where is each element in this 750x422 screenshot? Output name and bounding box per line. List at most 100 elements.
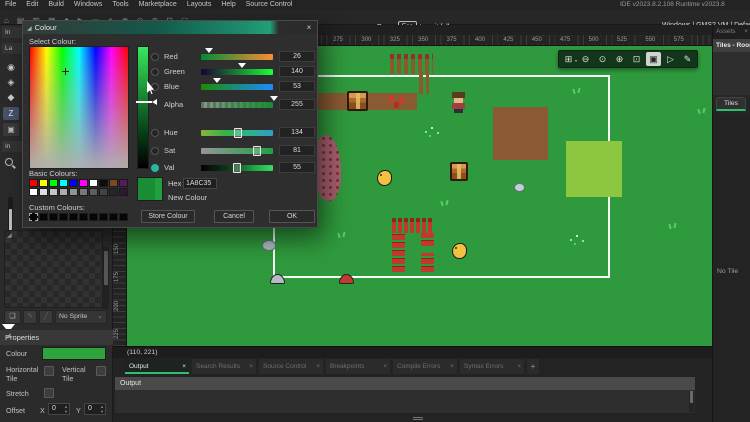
room-object-brown-square[interactable] (493, 107, 548, 160)
basic-colour-swatch[interactable] (69, 179, 78, 187)
custom-colour-swatch[interactable] (59, 213, 68, 221)
close-icon[interactable]: × (304, 21, 314, 34)
basic-colour-swatch[interactable] (59, 179, 68, 187)
output-tab-search-results[interactable]: Search Results × (192, 359, 256, 374)
run-button[interactable]: ▷ (663, 52, 678, 66)
offset-x-stepper[interactable]: 0▲▼ (48, 403, 70, 415)
custom-colour-swatch[interactable] (109, 213, 118, 221)
sat-slider[interactable] (201, 148, 273, 154)
green-value[interactable]: 140 (279, 66, 315, 77)
hue-slider[interactable] (201, 130, 273, 136)
depth-button[interactable]: Z (3, 107, 19, 120)
tab-inspector[interactable]: In (2, 27, 22, 38)
close-icon[interactable]: × (383, 359, 387, 374)
layer-icon[interactable]: ◈ (4, 76, 18, 88)
output-tab-source-control[interactable]: Source Control × (259, 359, 323, 374)
sprite-preview[interactable]: ◢ (4, 230, 103, 308)
tab-layers[interactable]: La (2, 43, 22, 54)
blue-value[interactable]: 53 (279, 81, 315, 92)
basic-colour-swatch[interactable] (79, 188, 88, 196)
layer-icon[interactable]: ◆ (4, 91, 18, 103)
room-object-chest[interactable] (450, 162, 468, 181)
basic-colour-swatch[interactable] (49, 188, 58, 196)
blue-slider[interactable] (201, 84, 273, 90)
custom-colour-swatch[interactable] (69, 213, 78, 221)
menu-layouts[interactable]: Layouts (182, 0, 217, 10)
zoom-in-button[interactable]: ⊕ (612, 52, 627, 66)
store-colour-button[interactable]: Store Colour (141, 210, 195, 223)
room-object-pebble[interactable] (514, 183, 525, 192)
basic-colour-swatch[interactable] (39, 179, 48, 187)
menu-windows[interactable]: Windows (69, 0, 107, 10)
basic-colour-swatch[interactable] (29, 188, 38, 196)
vertical-tile-checkbox[interactable] (96, 366, 106, 376)
basic-colour-swatch[interactable] (99, 179, 108, 187)
basic-colour-swatch[interactable] (109, 188, 118, 196)
menu-file[interactable]: File (0, 0, 21, 10)
val-value[interactable]: 55 (279, 162, 315, 173)
custom-colour-swatch[interactable] (79, 213, 88, 221)
add-tab-button[interactable]: + (527, 359, 539, 374)
room-object-flowers[interactable] (387, 95, 407, 108)
image-button[interactable]: ▣ (3, 123, 19, 136)
red-radio[interactable] (151, 53, 159, 61)
room-object-character[interactable] (452, 92, 465, 113)
val-radio[interactable] (151, 164, 159, 172)
close-icon[interactable]: × (744, 25, 748, 39)
custom-colour-swatch[interactable] (89, 213, 98, 221)
output-scrollbar[interactable] (689, 391, 694, 412)
val-slider[interactable] (201, 165, 273, 171)
basic-colour-swatch[interactable] (99, 188, 108, 196)
room-object-chest[interactable] (347, 91, 368, 111)
tab-instances[interactable]: In (2, 141, 22, 152)
hue-value[interactable]: 134 (279, 127, 315, 138)
basic-colour-swatch[interactable] (39, 188, 48, 196)
room-object-grass[interactable] (337, 232, 347, 239)
room-object-red-fence-v[interactable] (421, 233, 434, 246)
output-tab-output[interactable]: Output × (125, 359, 189, 374)
sat-value[interactable]: 81 (279, 145, 315, 156)
room-object-grass[interactable] (668, 223, 678, 230)
hue-slider-handle[interactable] (234, 128, 242, 138)
room-object-duck[interactable] (377, 170, 392, 186)
room-object-red-fence-v[interactable] (392, 233, 405, 272)
horizontal-tile-checkbox[interactable] (44, 366, 54, 376)
basic-colour-swatch[interactable] (79, 179, 88, 187)
alpha-slider-handle[interactable] (270, 96, 278, 101)
alpha-value[interactable]: 255 (279, 99, 315, 110)
custom-colour-swatch[interactable] (39, 213, 48, 221)
blue-slider-handle[interactable] (213, 78, 221, 83)
basic-colour-swatch[interactable] (29, 179, 38, 187)
basic-colour-swatch[interactable] (69, 188, 78, 196)
room-object-gate-leg[interactable] (419, 72, 429, 94)
paint-sprite-button[interactable]: ╱ (39, 310, 53, 324)
tiles-list-area[interactable]: No Tile (713, 113, 750, 422)
room-object-grass[interactable] (572, 88, 582, 95)
preview-scrollbar[interactable] (103, 247, 109, 309)
edit-sprite-button[interactable]: ✎ (23, 310, 37, 324)
output-tab-compile-errors[interactable]: Compile Errors × (393, 359, 457, 374)
close-icon[interactable]: × (450, 359, 454, 374)
menu-edit[interactable]: Edit (21, 0, 43, 10)
hex-input[interactable]: 1A8C35 (183, 178, 217, 189)
sat-slider-handle[interactable] (253, 146, 261, 156)
panel-resize-grip[interactable] (413, 417, 423, 420)
canvas-toggle-button[interactable]: ▣ (646, 52, 661, 66)
alpha-slider[interactable] (201, 102, 273, 108)
dialog-titlebar[interactable]: ◢Colour × (23, 21, 317, 34)
room-object-red-fence-h[interactable] (392, 218, 434, 233)
close-icon[interactable]: × (517, 359, 521, 374)
room-object-sparkle[interactable] (568, 235, 582, 245)
menu-build[interactable]: Build (43, 0, 69, 10)
red-value[interactable]: 26 (279, 51, 315, 62)
zoom-reset-button[interactable]: ⊙ (595, 52, 610, 66)
green-slider[interactable] (201, 69, 273, 75)
room-object-grass[interactable] (440, 200, 450, 207)
output-tab-syntax-errors[interactable]: Syntax Errors × (460, 359, 524, 374)
basic-colour-swatch[interactable] (49, 179, 58, 187)
blue-radio[interactable] (151, 83, 159, 91)
basic-colour-swatch[interactable] (119, 188, 128, 196)
grid-button[interactable]: ⊞▾ (561, 52, 576, 66)
custom-colour-swatch[interactable] (99, 213, 108, 221)
close-icon[interactable]: × (182, 359, 186, 374)
